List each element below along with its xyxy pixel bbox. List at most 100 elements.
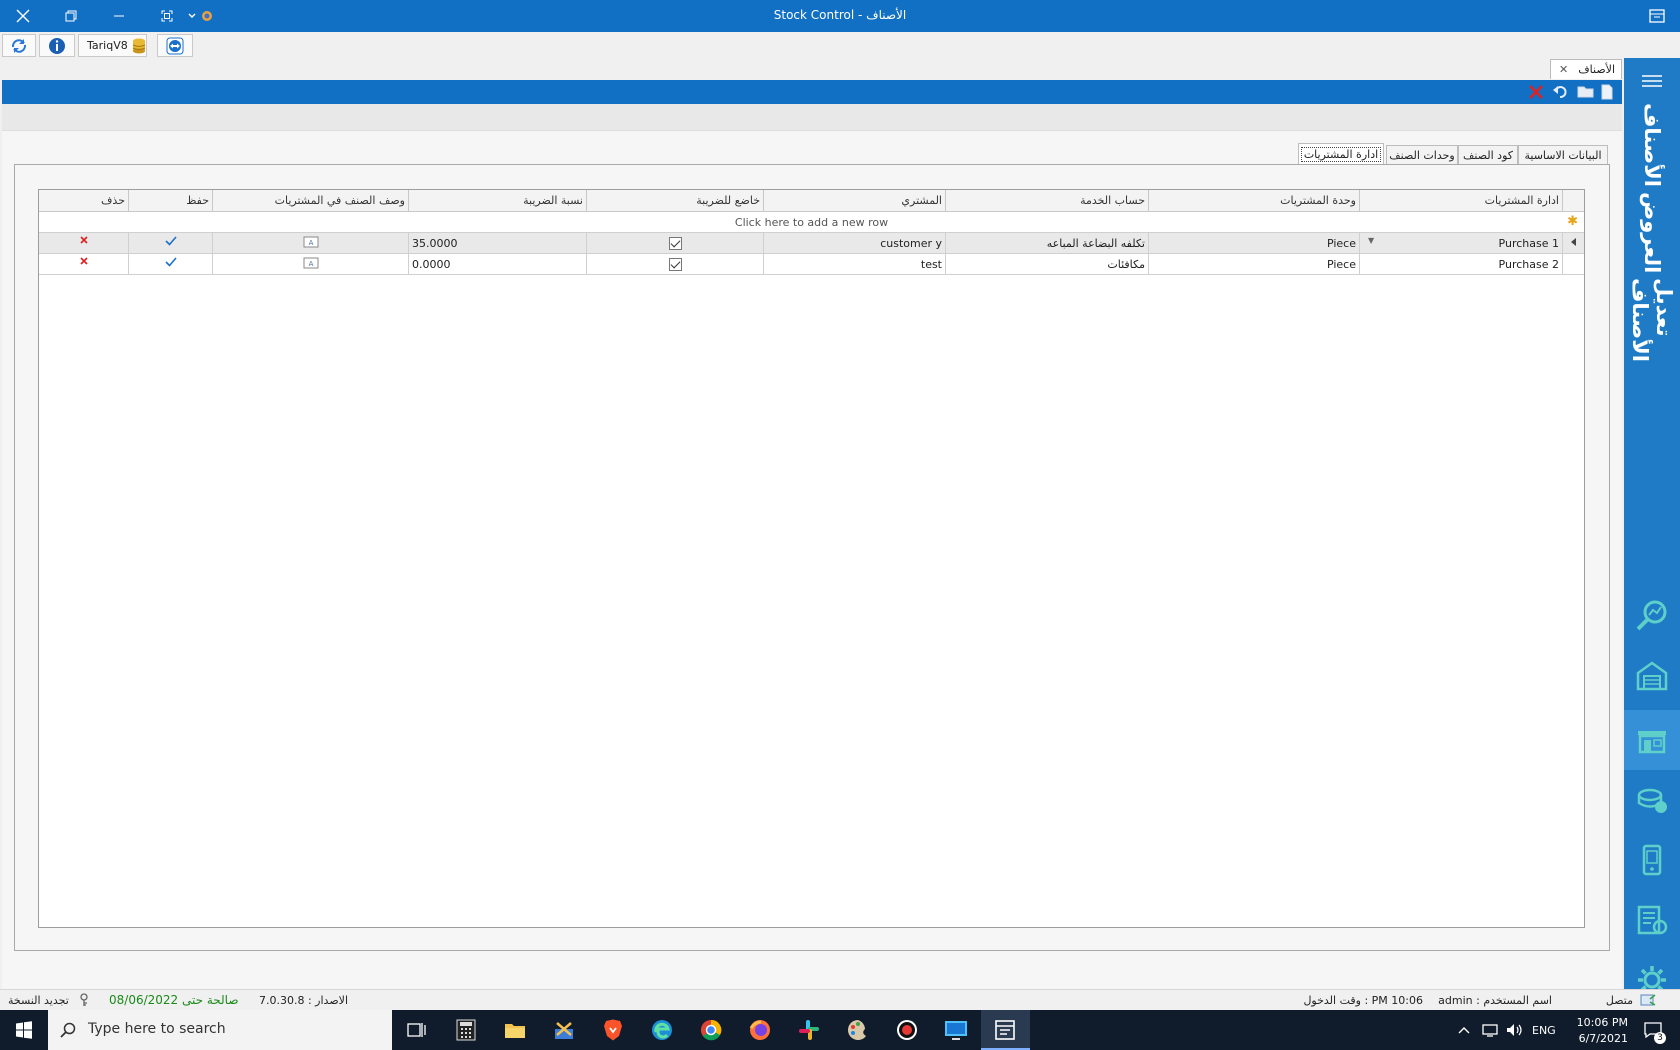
- warehouse-icon[interactable]: [1634, 658, 1670, 694]
- table-row[interactable]: Purchase 2 Piece مكافئات test 0.0000 A: [39, 254, 1584, 275]
- status-valid-until: صالحة حتى 08/06/2022: [109, 993, 239, 1007]
- cell-service-account[interactable]: مكافئات: [946, 254, 1149, 274]
- status-bar: متصل admin : اسم المستخدم وقت الدخول : P…: [0, 989, 1680, 1010]
- sidebar-item-offers[interactable]: العروض: [1628, 188, 1676, 278]
- taskbar-search-box[interactable]: Type here to search: [48, 1010, 392, 1050]
- cell-buyer[interactable]: test: [764, 254, 946, 274]
- clock[interactable]: 10:06 PM 6/7/2021: [1568, 1010, 1628, 1050]
- reports-icon[interactable]: [1634, 902, 1670, 938]
- search-icon: [60, 1022, 76, 1038]
- checkmark-icon: [164, 257, 177, 267]
- calculator-icon[interactable]: [454, 1018, 478, 1042]
- cell-purchase-name[interactable]: Purchase 2: [1360, 254, 1563, 274]
- new-file-icon[interactable]: [1600, 84, 1620, 100]
- save-row-button[interactable]: [129, 254, 213, 274]
- cell-unit[interactable]: Piece: [1149, 233, 1360, 253]
- search-items-icon[interactable]: [1634, 598, 1670, 634]
- col-tax-rate[interactable]: نسبة الضريبة: [409, 190, 587, 212]
- renew-key-icon[interactable]: [79, 993, 89, 1010]
- cell-service-account[interactable]: تكلفه البضاعة المباعه: [946, 233, 1149, 253]
- table-row[interactable]: Purchase 1 ▼ Piece تكلفه البضاعة المباعه…: [39, 233, 1584, 254]
- sidebar-item-edit-items[interactable]: تعديل الأصناف: [1628, 278, 1676, 398]
- tab-item-units[interactable]: وحدات الصنف: [1386, 145, 1458, 165]
- undo-icon[interactable]: [1552, 84, 1572, 100]
- col-save[interactable]: حفظ: [129, 190, 213, 212]
- task-view-icon[interactable]: [404, 1018, 428, 1042]
- taxable-checkbox[interactable]: [668, 258, 682, 271]
- document-tab[interactable]: ✕ الأصناف: [1550, 59, 1622, 79]
- add-new-row[interactable]: Click here to add a new row ✱: [39, 212, 1584, 233]
- app-menu-icon[interactable]: [1634, 0, 1680, 32]
- tools-app-icon[interactable]: [552, 1018, 576, 1042]
- status-renew-link[interactable]: تجديد النسخة: [8, 994, 69, 1007]
- cell-description[interactable]: A: [213, 254, 409, 274]
- title-bar: Stock Control - الأصناف: [0, 0, 1680, 32]
- status-connection: متصل: [1605, 994, 1633, 1007]
- tab-item-code[interactable]: كود الصنف: [1458, 145, 1518, 165]
- store-icon[interactable]: [1634, 722, 1670, 758]
- firefox-browser-icon[interactable]: [748, 1018, 772, 1042]
- memo-icon[interactable]: A: [303, 236, 319, 248]
- search-placeholder: Type here to search: [88, 1021, 226, 1037]
- col-service-account[interactable]: حساب الخدمة: [946, 190, 1149, 212]
- tray-overflow-icon[interactable]: [1458, 1010, 1470, 1050]
- new-row-star-icon: ✱: [1567, 214, 1578, 229]
- hamburger-menu-icon[interactable]: [1640, 72, 1664, 90]
- cell-purchase-name[interactable]: Purchase 1 ▼: [1360, 233, 1563, 253]
- edge-browser-icon[interactable]: [650, 1018, 674, 1042]
- cell-taxable[interactable]: [587, 233, 764, 253]
- cell-unit[interactable]: Piece: [1149, 254, 1360, 274]
- notification-center-icon[interactable]: 3: [1638, 1010, 1668, 1050]
- taskbar-active-app[interactable]: [981, 1010, 1030, 1050]
- file-explorer-icon[interactable]: [503, 1018, 527, 1042]
- paint-app-icon[interactable]: [846, 1018, 870, 1042]
- checkmark-icon: [164, 236, 177, 246]
- dropdown-arrow-icon[interactable]: ▼: [1368, 236, 1374, 245]
- memo-icon[interactable]: A: [303, 257, 319, 269]
- doc-tab-label: الأصناف: [1578, 63, 1615, 76]
- cell-tax-rate[interactable]: 35.0000: [409, 233, 587, 253]
- remote-support-button[interactable]: [157, 34, 193, 57]
- delete-row-button[interactable]: [39, 233, 129, 253]
- taxable-checkbox[interactable]: [668, 237, 682, 250]
- save-row-button[interactable]: [129, 233, 213, 253]
- delete-record-icon[interactable]: [1528, 84, 1548, 100]
- screen-recorder-icon[interactable]: [895, 1018, 919, 1042]
- remote-desktop-icon[interactable]: [944, 1018, 968, 1042]
- doc-tab-close-icon[interactable]: ✕: [1559, 63, 1568, 76]
- slack-icon[interactable]: [797, 1018, 821, 1042]
- delete-x-icon: [79, 236, 88, 244]
- col-purchase-description[interactable]: وصف الصنف في المشتريات: [213, 190, 409, 212]
- sidebar-item-items[interactable]: الأصناف: [1628, 102, 1676, 188]
- delete-row-button[interactable]: [39, 254, 129, 274]
- col-buyer[interactable]: المشتري: [764, 190, 946, 212]
- refresh-button[interactable]: [2, 34, 36, 57]
- tab-purchases-label: ادارة المشتريات: [1300, 146, 1382, 162]
- cell-taxable[interactable]: [587, 254, 764, 274]
- cell-tax-rate[interactable]: 0.0000: [409, 254, 587, 274]
- brave-browser-icon[interactable]: [601, 1018, 625, 1042]
- cell-description[interactable]: A: [213, 233, 409, 253]
- open-folder-icon[interactable]: [1577, 84, 1597, 100]
- money-icon[interactable]: [1634, 782, 1670, 818]
- row-indicator-icon: [1563, 233, 1584, 253]
- mobile-pos-icon[interactable]: [1634, 842, 1670, 878]
- chrome-browser-icon[interactable]: [699, 1018, 723, 1042]
- windows-start-icon[interactable]: [12, 1018, 36, 1042]
- col-purchase-unit[interactable]: وحدة المشتريات: [1149, 190, 1360, 212]
- language-indicator[interactable]: ENG: [1532, 1010, 1556, 1050]
- col-purchase-management[interactable]: ادارة المشتريات: [1360, 190, 1563, 212]
- quick-toolbar: TariqV8: [0, 32, 1680, 58]
- info-button[interactable]: [39, 34, 75, 57]
- cell-buyer[interactable]: customer y: [764, 233, 946, 253]
- tab-purchases-management[interactable]: ادارة المشتريات: [1298, 143, 1384, 165]
- network-icon[interactable]: [1482, 1010, 1500, 1050]
- col-delete[interactable]: حذف: [39, 190, 129, 212]
- database-button[interactable]: TariqV8: [78, 34, 147, 57]
- volume-icon[interactable]: [1506, 1010, 1524, 1050]
- tab-basic-data[interactable]: البيانات الاساسية: [1518, 145, 1608, 165]
- tab-basic-data-label: البيانات الاساسية: [1524, 148, 1602, 162]
- cell-purchase-name-text: Purchase 1: [1498, 237, 1559, 250]
- form-header-band: [2, 104, 1622, 130]
- col-taxable[interactable]: خاضع للضريبة: [587, 190, 764, 212]
